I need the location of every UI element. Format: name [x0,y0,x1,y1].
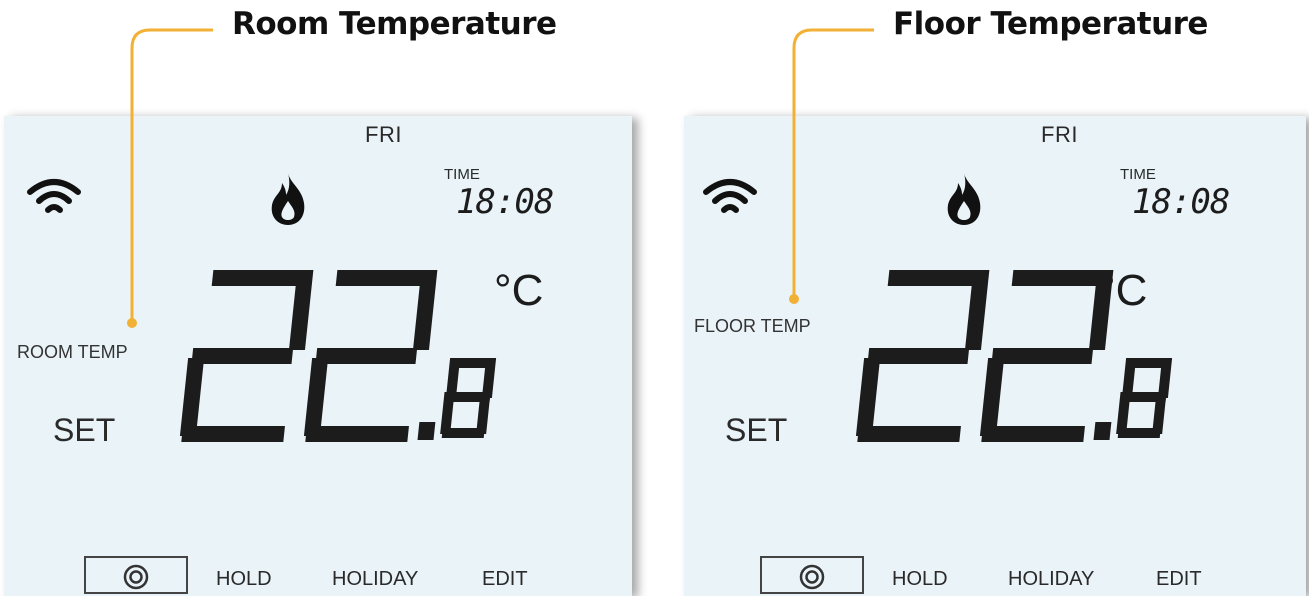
floor-temp-label: FLOOR TEMP [694,316,811,336]
celsius-unit: °C [1098,266,1148,315]
edit-button[interactable]: EDIT [1156,568,1202,591]
thermostat-screen-room: FRI TIME 18:08 ROOM TEMP SET °C HOLD HOL… [4,116,632,596]
celsius-unit: °C [494,266,544,315]
time-label: TIME [444,166,480,183]
hold-button[interactable]: HOLD [216,568,272,591]
day-indicator: FRI [1041,122,1078,147]
holiday-button[interactable]: HOLIDAY [332,568,418,591]
target-icon [123,564,149,590]
time-label: TIME [1120,166,1156,183]
set-label: SET [725,412,788,448]
hold-button[interactable]: HOLD [892,568,948,591]
wifi-icon [703,179,757,213]
room-temp-label: ROOM TEMP [17,342,128,362]
target-icon [799,564,825,590]
floor-temperature-callout: Floor Temperature [893,6,1208,42]
clock-display: 18:08 [456,182,554,222]
day-indicator: FRI [365,122,402,147]
set-label: SET [53,412,116,448]
mode-button[interactable] [760,556,864,594]
holiday-button[interactable]: HOLIDAY [1008,568,1094,591]
room-temperature-callout: Room Temperature [232,6,557,42]
clock-display: 18:08 [1132,182,1230,222]
flame-icon [947,173,981,225]
wifi-icon [27,179,81,213]
temperature-display [179,270,497,442]
flame-icon [271,173,305,225]
thermostat-screen-floor: FRI TIME 18:08 FLOOR TEMP SET °C HOLD HO… [684,116,1306,596]
edit-button[interactable]: EDIT [482,568,528,591]
mode-button[interactable] [84,556,188,594]
